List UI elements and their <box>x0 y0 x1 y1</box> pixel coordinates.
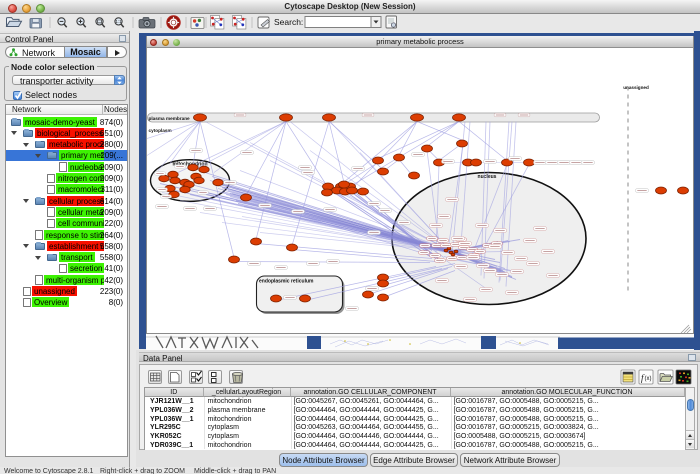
svg-text:nucleus: nucleus <box>478 174 497 180</box>
svg-text:endoplasmic reticulum: endoplasmic reticulum <box>259 278 314 284</box>
svg-text:(x): (x) <box>645 376 652 382</box>
svg-text:plasma membrane: plasma membrane <box>149 115 191 120</box>
svg-text:Search:: Search: <box>274 17 303 27</box>
svg-text:1:1: 1:1 <box>115 19 122 24</box>
svg-text:unassigned: unassigned <box>623 85 649 90</box>
